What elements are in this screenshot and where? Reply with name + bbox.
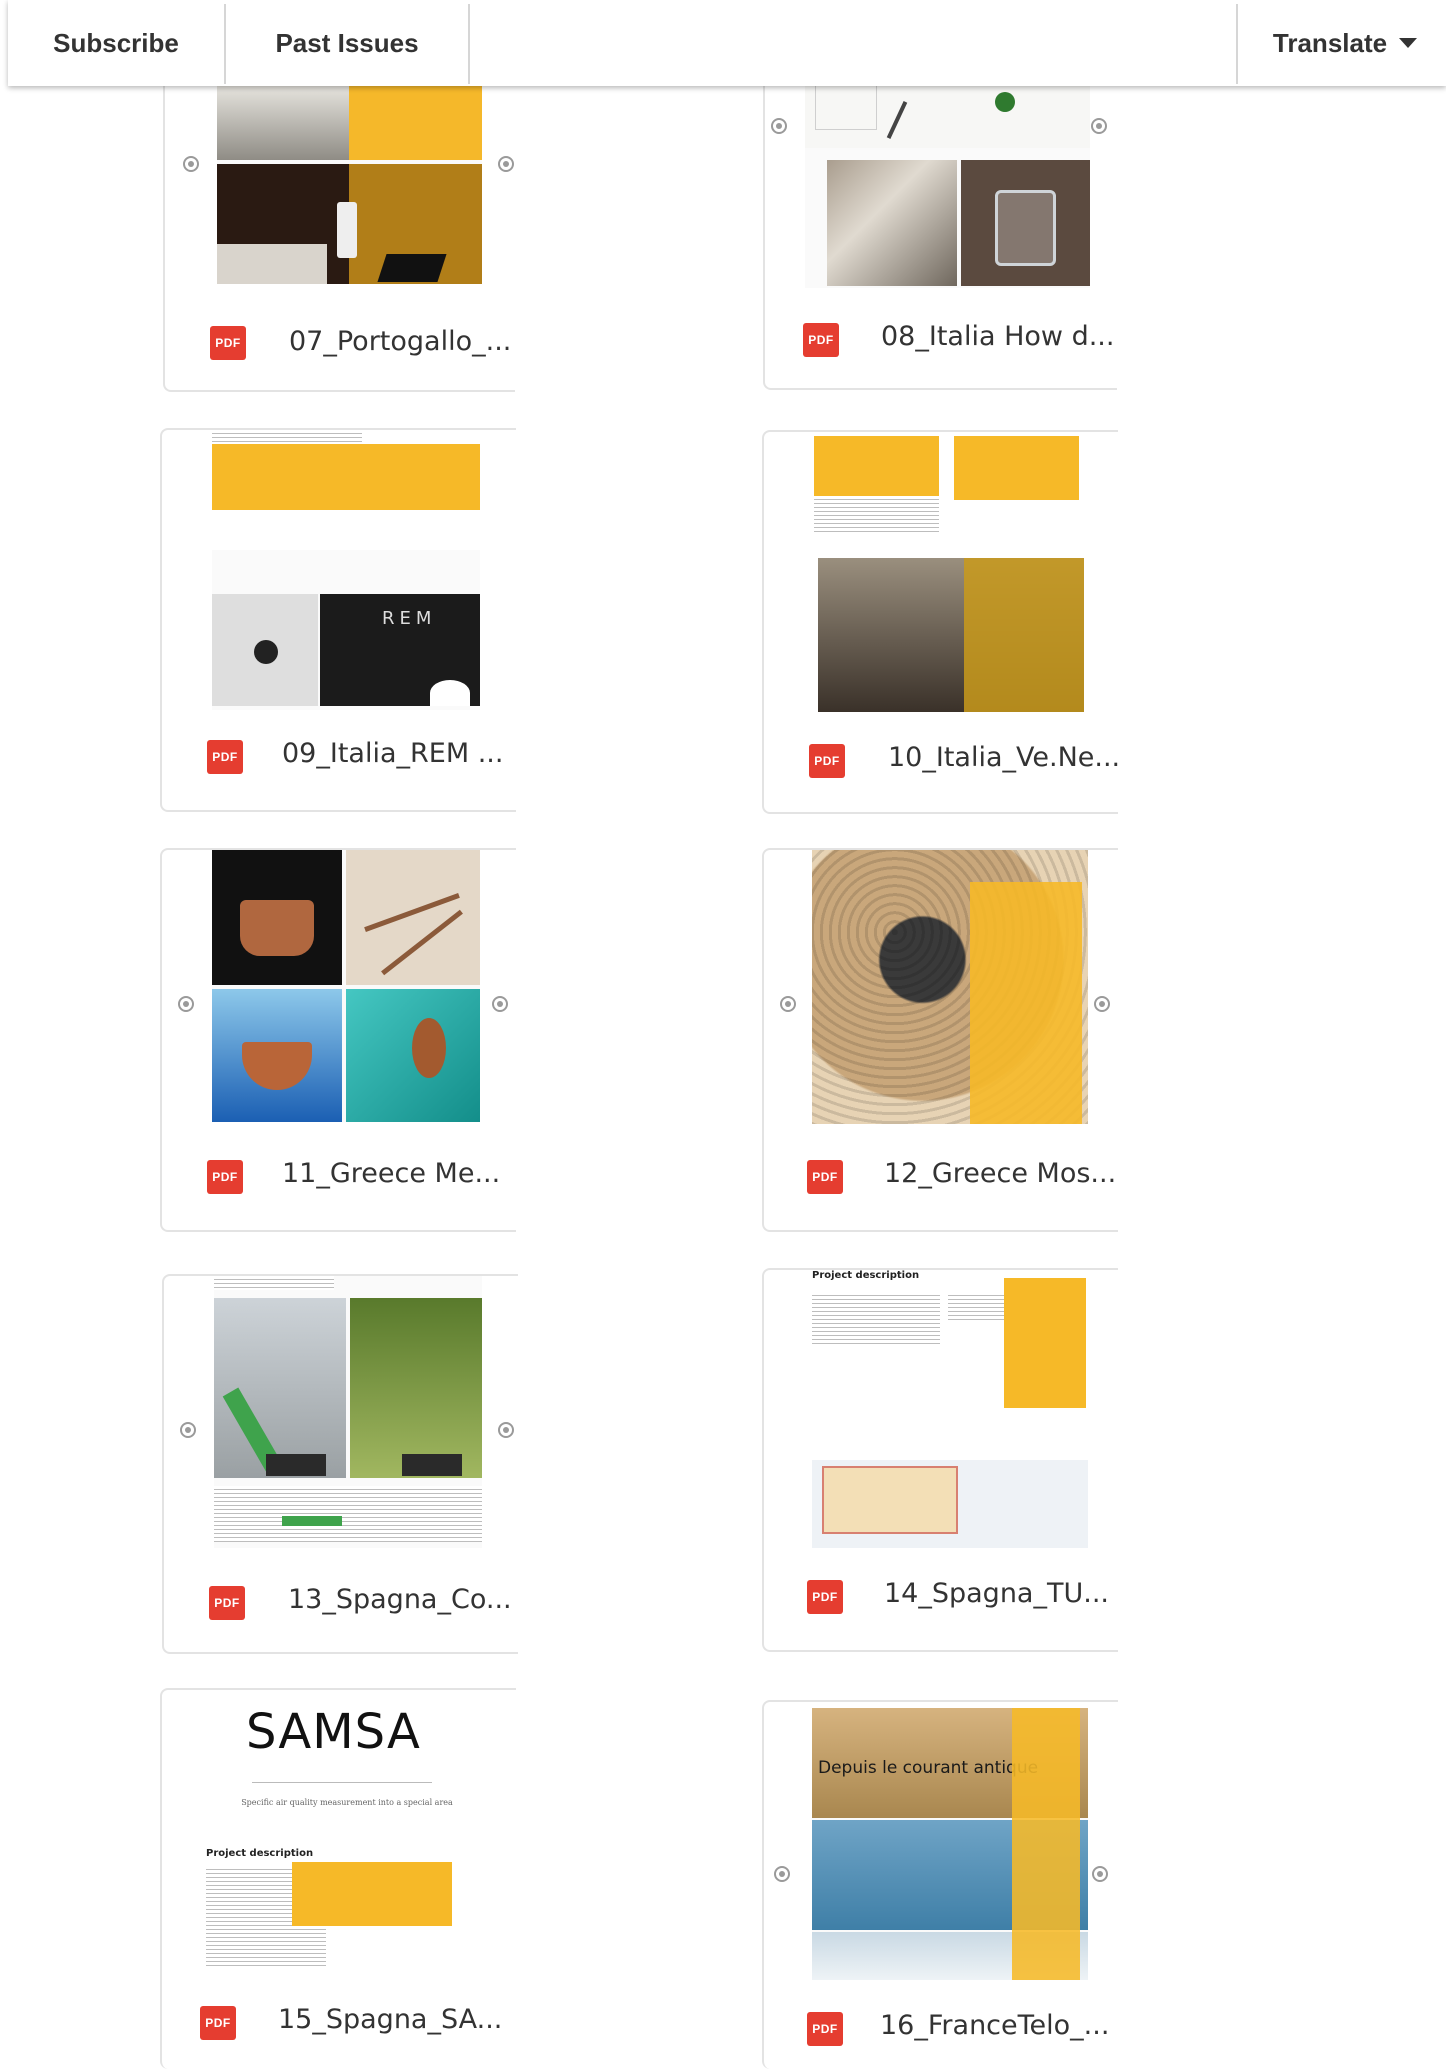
pdf-icon: PDF bbox=[807, 1160, 843, 1194]
carousel-next-icon[interactable] bbox=[1094, 996, 1110, 1012]
carousel-prev-icon[interactable] bbox=[178, 996, 194, 1012]
file-card-10[interactable]: PDF 10_Italia_Ve.Ne... bbox=[762, 430, 1120, 814]
past-issues-button[interactable]: Past Issues bbox=[226, 0, 468, 86]
rem-logo-text: REM bbox=[382, 608, 437, 629]
file-card-09[interactable]: REM PDF 09_Italia_REM ... bbox=[160, 428, 516, 812]
samsa-title: SAMSA bbox=[246, 1704, 421, 1760]
file-name[interactable]: 10_Italia_Ve.Ne... bbox=[888, 742, 1120, 773]
file-thumbnail bbox=[214, 1276, 482, 1548]
file-card-15[interactable]: SAMSA Specific air quality measurement i… bbox=[160, 1688, 516, 2069]
pdf-icon: PDF bbox=[209, 1586, 245, 1620]
carousel-prev-icon[interactable] bbox=[780, 996, 796, 1012]
file-thumbnail: Project description bbox=[812, 1270, 1088, 1548]
subscribe-button[interactable]: Subscribe bbox=[8, 0, 224, 86]
france-overlay-text: Depuis le courant antique bbox=[818, 1758, 1039, 1778]
spagna-tu-heading: Project description bbox=[812, 1270, 920, 1281]
file-name[interactable]: 09_Italia_REM ... bbox=[282, 738, 503, 769]
file-thumbnail bbox=[217, 84, 482, 284]
file-thumbnail bbox=[812, 850, 1088, 1124]
pdf-icon: PDF bbox=[807, 1580, 843, 1614]
carousel-prev-icon[interactable] bbox=[774, 1866, 790, 1882]
file-thumbnail: Depuis le courant antique bbox=[812, 1708, 1088, 1980]
file-card-08[interactable]: PDF 08_Italia How d... bbox=[763, 70, 1117, 390]
pdf-icon: PDF bbox=[809, 744, 845, 778]
pdf-icon: PDF bbox=[803, 323, 839, 357]
file-thumbnail bbox=[805, 70, 1090, 288]
file-card-14[interactable]: Project description PDF 14_Spagna_TU... bbox=[762, 1268, 1118, 1652]
carousel-prev-icon[interactable] bbox=[771, 118, 787, 134]
samsa-heading: Project description bbox=[206, 1848, 314, 1859]
caret-down-icon bbox=[1399, 38, 1418, 48]
file-card-13[interactable]: PDF 13_Spagna_Co... bbox=[162, 1274, 518, 1654]
pdf-icon: PDF bbox=[207, 1160, 243, 1194]
file-name[interactable]: 08_Italia How d... bbox=[881, 321, 1114, 352]
carousel-prev-icon[interactable] bbox=[180, 1422, 196, 1438]
file-name[interactable]: 11_Greece Me... bbox=[282, 1158, 500, 1189]
carousel-next-icon[interactable] bbox=[498, 156, 514, 172]
carousel-prev-icon[interactable] bbox=[183, 156, 199, 172]
pdf-icon: PDF bbox=[207, 740, 243, 774]
file-card-11[interactable]: PDF 11_Greece Me... bbox=[160, 848, 516, 1232]
file-thumbnail bbox=[212, 850, 480, 1122]
file-name[interactable]: 15_Spagna_SA... bbox=[278, 2004, 502, 2035]
carousel-next-icon[interactable] bbox=[1091, 118, 1107, 134]
translate-label: Translate bbox=[1272, 27, 1388, 58]
translate-dropdown[interactable]: Translate bbox=[1236, 0, 1446, 86]
file-card-16[interactable]: Depuis le courant antique PDF 16_FranceT… bbox=[762, 1700, 1118, 2069]
divider bbox=[468, 4, 470, 84]
file-name[interactable]: 13_Spagna_Co... bbox=[288, 1584, 512, 1615]
file-name[interactable]: 12_Greece Mos... bbox=[884, 1158, 1116, 1189]
file-name[interactable]: 14_Spagna_TU... bbox=[884, 1578, 1109, 1609]
file-name[interactable]: 16_FranceTelo_... bbox=[880, 2010, 1109, 2041]
carousel-next-icon[interactable] bbox=[498, 1422, 514, 1438]
file-name[interactable]: 07_Portogallo_... bbox=[289, 326, 511, 357]
pdf-icon: PDF bbox=[210, 326, 246, 360]
pdf-icon: PDF bbox=[807, 2012, 843, 2046]
file-thumbnail: SAMSA Specific air quality measurement i… bbox=[182, 1690, 512, 1972]
samsa-subtitle: Specific air quality measurement into a … bbox=[241, 1798, 453, 1807]
pdf-icon: PDF bbox=[200, 2006, 236, 2040]
carousel-next-icon[interactable] bbox=[1092, 1866, 1108, 1882]
file-thumbnail: REM bbox=[212, 430, 480, 710]
file-card-07[interactable]: PDF 07_Portogallo_... bbox=[163, 70, 515, 392]
top-navigation-bar: Subscribe Past Issues Translate bbox=[8, 0, 1446, 86]
carousel-next-icon[interactable] bbox=[492, 996, 508, 1012]
file-card-12[interactable]: PDF 12_Greece Mos... bbox=[762, 848, 1118, 1232]
file-thumbnail bbox=[814, 432, 1086, 712]
